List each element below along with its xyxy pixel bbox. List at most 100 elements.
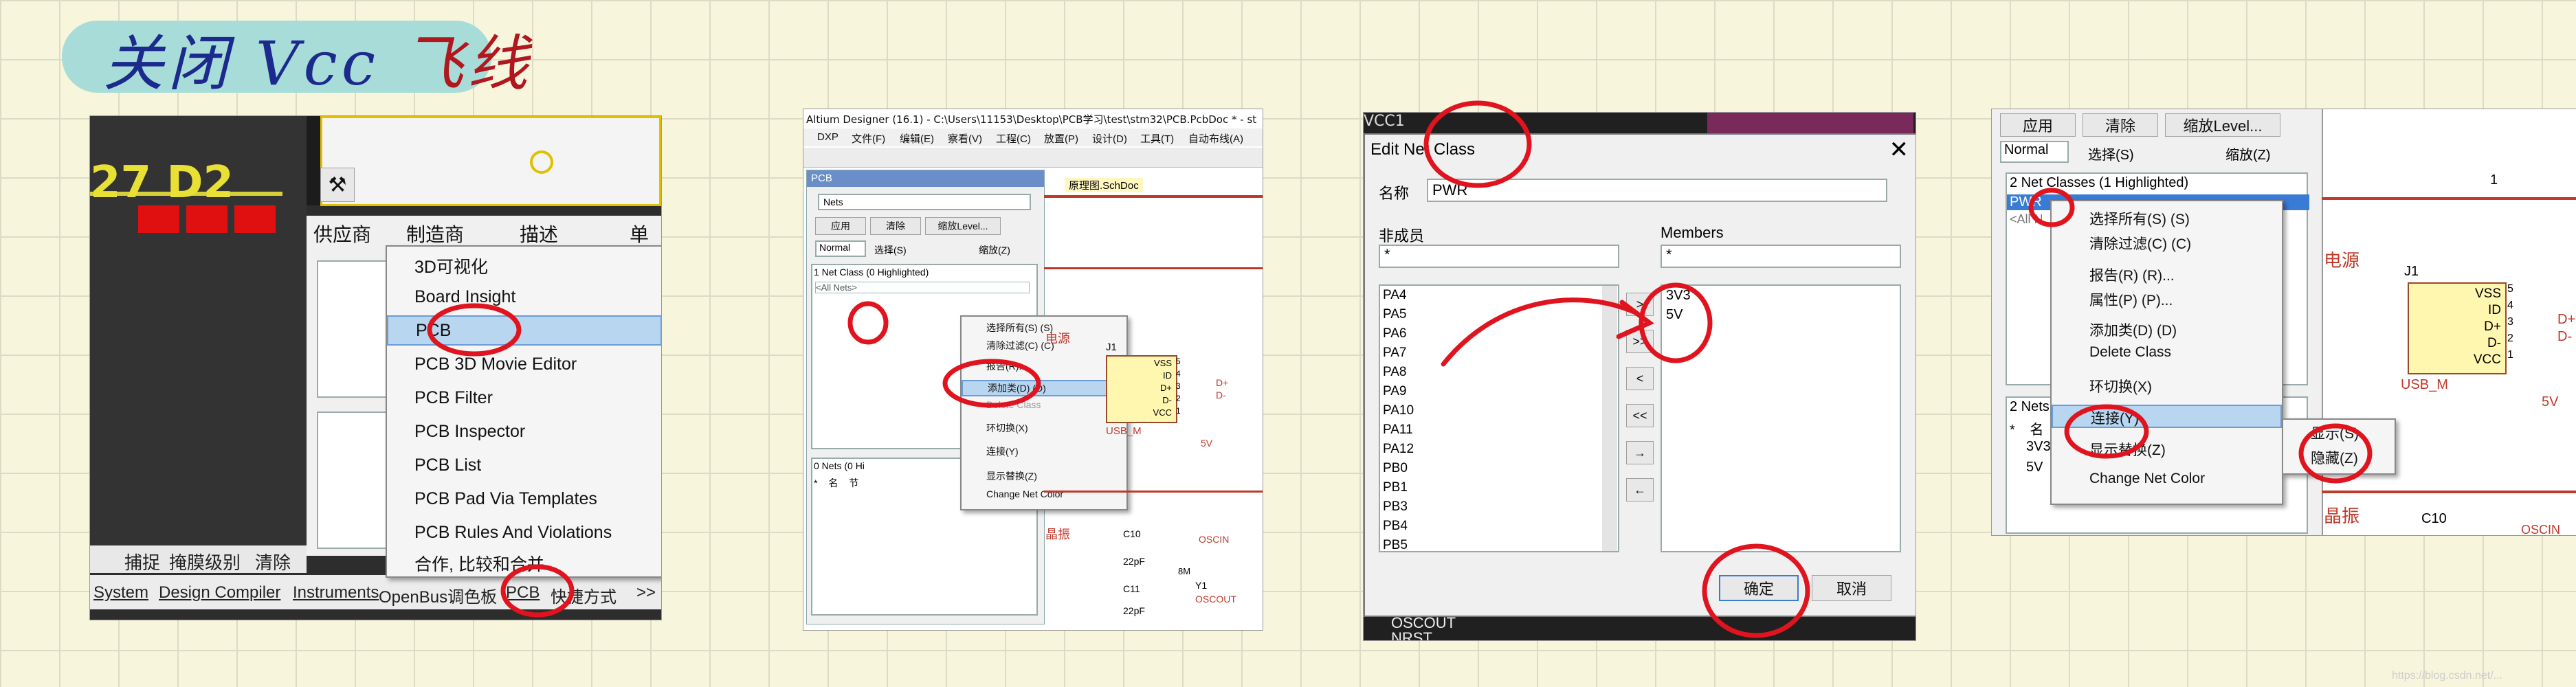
col-unit: 单: [630, 224, 649, 245]
cancel-button[interactable]: 取消: [1812, 575, 1891, 601]
mode-select-2[interactable]: Normal: [2000, 141, 2069, 163]
select-checkbox[interactable]: 选择(S): [874, 243, 907, 257]
menu-file[interactable]: 文件(F): [852, 131, 885, 146]
net-row-5v[interactable]: 5V: [2026, 460, 2043, 475]
zoom-level-button[interactable]: 缩放Level...: [925, 217, 1001, 235]
all-nets-item-2[interactable]: <All N: [2010, 212, 2043, 227]
menu-add-class[interactable]: 添加类(D) (D): [962, 380, 1126, 396]
tab-system[interactable]: System: [93, 583, 148, 602]
col-description: 描述: [520, 224, 559, 245]
tab-instruments[interactable]: Instruments: [293, 583, 379, 602]
move-sel-left-button[interactable]: ←: [1626, 478, 1654, 502]
menu-item-board-insight[interactable]: Board Insight: [387, 287, 661, 307]
context-menu: 选择所有(S) (S) 清除过滤(C) (C) 报告(R)... 添加类(D) …: [960, 315, 1128, 510]
menu-change-color-2[interactable]: Change Net Color: [2052, 471, 2282, 487]
name-input[interactable]: PWR: [1427, 179, 1887, 202]
menu-tools[interactable]: 工具(T): [1140, 131, 1174, 146]
menu-add-class-2[interactable]: 添加类(D) (D): [2052, 319, 2282, 340]
menu-item-rules[interactable]: PCB Rules And Violations: [387, 523, 661, 543]
menu-dxp[interactable]: DXP: [817, 131, 839, 143]
zoom-checkbox-2[interactable]: 缩放(Z): [2225, 144, 2271, 164]
sch-5v-2: 5V: [2542, 394, 2559, 409]
sch-c10-value: 22pF: [1123, 556, 1145, 567]
tab-more[interactable]: >>: [636, 583, 656, 602]
tab-shortcuts[interactable]: 快捷方式: [551, 583, 617, 607]
zoom-level-button-2[interactable]: 缩放Level...: [2165, 113, 2280, 137]
member-list[interactable]: 3V3 5V: [1661, 284, 1901, 552]
clear-button[interactable]: 清除: [870, 217, 921, 235]
move-sel-right-button[interactable]: →: [1626, 441, 1654, 464]
sch-ref-2: J1: [2404, 264, 2419, 279]
menu-place[interactable]: 放置(P): [1044, 131, 1078, 146]
nonmember-list[interactable]: PA4 PA5 PA6 PA7 PA8 PA9 PA10 PA11 PA12 PB0 PB1 PB3 P…: [1379, 284, 1619, 552]
tab-pcb[interactable]: PCB: [506, 583, 540, 602]
menu-report-2[interactable]: 报告(R) (R)...: [2052, 264, 2282, 285]
tab-design-compiler[interactable]: Design Compiler: [159, 583, 280, 602]
nonmember-filter[interactable]: *: [1379, 245, 1619, 268]
tab-openbus[interactable]: OpenBus调色板: [379, 583, 497, 607]
menu-toggle-2[interactable]: 环切换(X): [2052, 376, 2282, 396]
move-right-button[interactable]: >: [1626, 293, 1654, 316]
menu-item-movie-editor[interactable]: PCB 3D Movie Editor: [387, 354, 661, 374]
tool-mask[interactable]: 掩膜级别: [169, 549, 241, 574]
list-scrollbar[interactable]: [1602, 286, 1617, 551]
move-left-button[interactable]: <: [1626, 367, 1654, 390]
menu-view[interactable]: 察看(V): [948, 131, 982, 146]
menu-item-filter[interactable]: PCB Filter: [387, 388, 661, 408]
all-nets-item[interactable]: <All Nets>: [815, 282, 1030, 293]
apply-button-2[interactable]: 应用: [2000, 113, 2076, 137]
bottom-net-nrst: NRST: [1391, 629, 1432, 641]
pin-vss-2: VSS: [2474, 286, 2501, 301]
close-icon[interactable]: ✕: [1889, 136, 1909, 164]
menu-properties-2[interactable]: 属性(P) (P)...: [2052, 289, 2282, 310]
ok-button[interactable]: 确定: [1719, 575, 1799, 601]
doc-tab[interactable]: 原理图.SchDoc: [1065, 178, 1143, 192]
net-row-3v3[interactable]: 3V3: [2026, 439, 2051, 455]
menu-item-merge[interactable]: 合作, 比较和合并: [387, 551, 661, 576]
menu-toggle[interactable]: 环切换(X): [962, 421, 1126, 435]
menu-project[interactable]: 工程(C): [996, 131, 1031, 146]
menu-delete-class-2[interactable]: Delete Class: [2052, 344, 2282, 361]
menu-display-override[interactable]: 显示替换(Z): [962, 469, 1126, 483]
menu-clear-filter[interactable]: 清除过滤(C) (C): [962, 339, 1126, 352]
menu-select-all[interactable]: 选择所有(S) (S): [962, 321, 1126, 335]
sch-power-label-2: 电源: [2324, 250, 2360, 271]
menu-report[interactable]: 报告(R)...: [962, 359, 1126, 373]
hammer-button[interactable]: ⚒: [320, 168, 355, 202]
menu-clear-filter-2[interactable]: 清除过滤(C) (C): [2052, 233, 2282, 254]
col-nodes: 节: [849, 477, 859, 488]
watermark: https://blog.csdn.net/...: [2392, 670, 2502, 682]
move-all-left-button[interactable]: <<: [1626, 404, 1654, 427]
menu-item-3d[interactable]: 3D可视化: [387, 254, 661, 278]
menu-display-override-2[interactable]: 显示替换(Z): [2052, 439, 2282, 460]
submenu-hide[interactable]: 隐藏(Z): [2283, 447, 2395, 468]
menu-edit[interactable]: 编辑(E): [900, 131, 934, 146]
screenshot-edit-net-class: VCC1 Edit Net Class ✕ 名称 PWR 非成员 Members…: [1363, 112, 1916, 641]
page-title: 关闭 Vcc 飞线: [103, 15, 532, 102]
member-filter[interactable]: *: [1661, 245, 1901, 268]
menu-design[interactable]: 设计(D): [1092, 131, 1127, 146]
menu-item-pad-via[interactable]: PCB Pad Via Templates: [387, 489, 661, 509]
menu-delete-class[interactable]: Delete Class: [962, 399, 1126, 410]
menu-autoroute[interactable]: 自动布线(A): [1188, 131, 1243, 146]
move-all-right-button[interactable]: >>: [1626, 330, 1654, 353]
tool-clear[interactable]: 清除: [255, 549, 291, 574]
menu-select-all-2[interactable]: 选择所有(S) (S): [2052, 208, 2282, 229]
pin-dm: D-: [1162, 395, 1172, 405]
members-label: Members: [1661, 224, 1724, 241]
menu-connection[interactable]: 连接(Y): [962, 444, 1126, 458]
status-bar: System Design Compiler Instruments OpenB…: [90, 575, 661, 609]
zoom-checkbox[interactable]: 缩放(Z): [979, 243, 1010, 257]
apply-button[interactable]: 应用: [815, 217, 866, 235]
menu-connection-2[interactable]: 连接(Y): [2052, 405, 2282, 428]
menu-item-inspector[interactable]: PCB Inspector: [387, 422, 661, 442]
menu-item-list[interactable]: PCB List: [387, 455, 661, 475]
tool-snap[interactable]: 捕捉: [124, 549, 160, 574]
select-checkbox-2[interactable]: 选择(S): [2088, 144, 2134, 164]
nets-dropdown[interactable]: Nets: [818, 194, 1031, 210]
top-label: VCC1: [1364, 113, 1405, 130]
clear-button-2[interactable]: 清除: [2083, 113, 2158, 137]
menu-item-pcb[interactable]: PCB: [387, 315, 661, 346]
mode-select[interactable]: Normal: [815, 240, 866, 257]
submenu-show[interactable]: 显示(S): [2283, 423, 2395, 443]
